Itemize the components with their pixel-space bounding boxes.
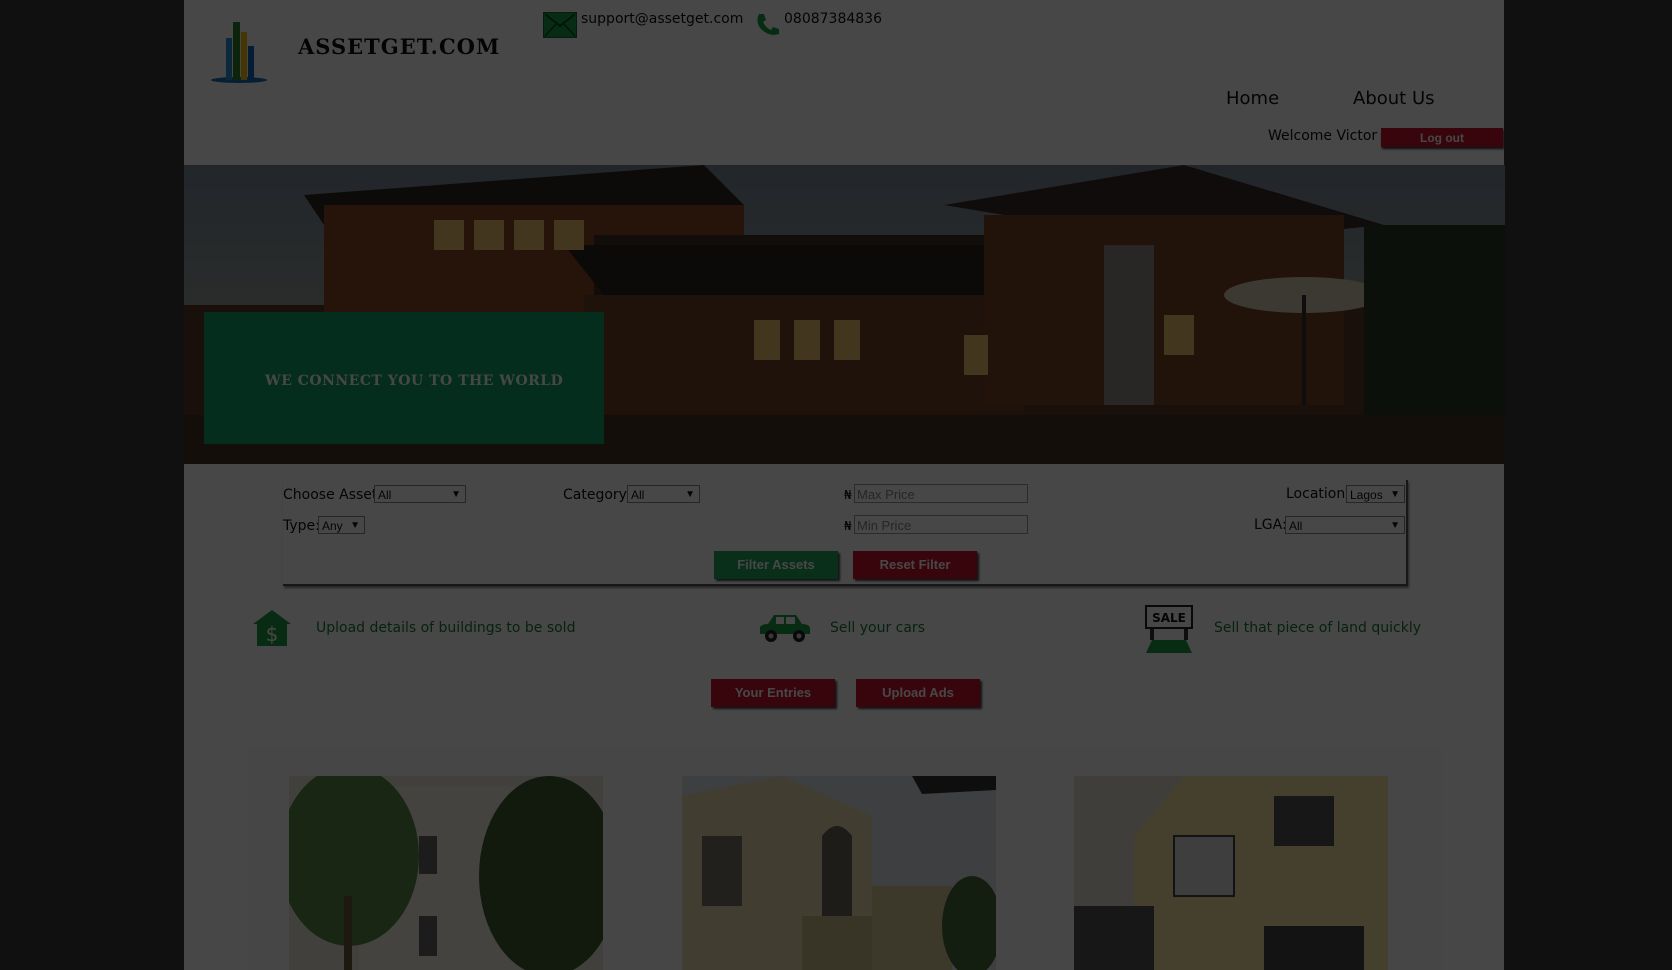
dropdown-arrow-icon: ▼ [1390, 520, 1400, 531]
brand-name[interactable]: ASSETGET.COM [298, 34, 500, 59]
choose-asset-label: Choose Asset: [283, 487, 383, 503]
phone-contact[interactable]: 08087384836 [754, 6, 882, 35]
phone-icon [754, 11, 780, 37]
category-label: Category: [563, 487, 631, 503]
choose-asset-select[interactable]: All ▼ [374, 485, 466, 503]
lga-select[interactable]: All ▼ [1285, 516, 1405, 534]
currency-symbol: ₦ [844, 519, 852, 533]
upload-ads-button[interactable]: Upload Ads [856, 679, 980, 707]
category-select[interactable]: All ▼ [627, 485, 700, 503]
listing-thumbnail[interactable] [1074, 776, 1388, 970]
type-label: Type: [283, 518, 320, 534]
dropdown-arrow-icon: ▼ [685, 489, 695, 500]
phone-text: 08087384836 [784, 11, 882, 27]
location-select[interactable]: Lagos ▼ [1346, 485, 1405, 503]
nav-about-us[interactable]: About Us [1353, 88, 1435, 109]
listing-thumbnail[interactable] [682, 776, 996, 970]
type-value: Any [322, 519, 343, 533]
svg-text:$: $ [266, 622, 279, 646]
dropdown-arrow-icon: ▼ [350, 520, 360, 531]
house-dollar-icon: $ [253, 610, 291, 646]
currency-symbol: ₦ [844, 488, 852, 502]
welcome-text: Welcome Victor [1268, 128, 1378, 144]
hero-banner: WE CONNECT YOU TO THE WORLD [184, 165, 1505, 464]
type-select[interactable]: Any ▼ [318, 516, 365, 534]
your-entries-button[interactable]: Your Entries [711, 679, 835, 707]
reset-filter-button[interactable]: Reset Filter [853, 551, 977, 579]
listing-thumbnail[interactable] [289, 776, 603, 970]
location-value: Lagos [1350, 488, 1383, 502]
lga-value: All [1289, 519, 1303, 533]
nav-home[interactable]: Home [1226, 88, 1279, 109]
filter-assets-button[interactable]: Filter Assets [714, 551, 838, 579]
dropdown-arrow-icon: ▼ [451, 489, 461, 500]
location-label: Location: [1286, 486, 1350, 502]
choose-asset-value: All [378, 488, 392, 502]
email-contact[interactable]: support@assetget.com [543, 6, 744, 38]
feature-buildings-text: Upload details of buildings to be sold [316, 620, 576, 636]
min-price-input[interactable]: Min Price [854, 515, 1028, 534]
max-price-input[interactable]: Max Price [854, 484, 1028, 503]
feature-cars-text: Sell your cars [830, 620, 925, 636]
logo-icon[interactable] [210, 18, 268, 84]
car-icon [760, 615, 810, 642]
category-value: All [631, 488, 645, 502]
feature-land-text: Sell that piece of land quickly [1214, 620, 1422, 636]
sale-sign-text: SALE [1152, 611, 1186, 625]
hero-tagline: WE CONNECT YOU TO THE WORLD [265, 373, 564, 389]
logout-button[interactable]: Log out [1381, 128, 1503, 147]
dropdown-arrow-icon: ▼ [1390, 489, 1400, 500]
lga-label: LGA: [1254, 517, 1287, 533]
mail-icon [543, 12, 577, 38]
sale-sign-icon: SALE [1145, 605, 1193, 653]
email-text: support@assetget.com [581, 11, 744, 27]
